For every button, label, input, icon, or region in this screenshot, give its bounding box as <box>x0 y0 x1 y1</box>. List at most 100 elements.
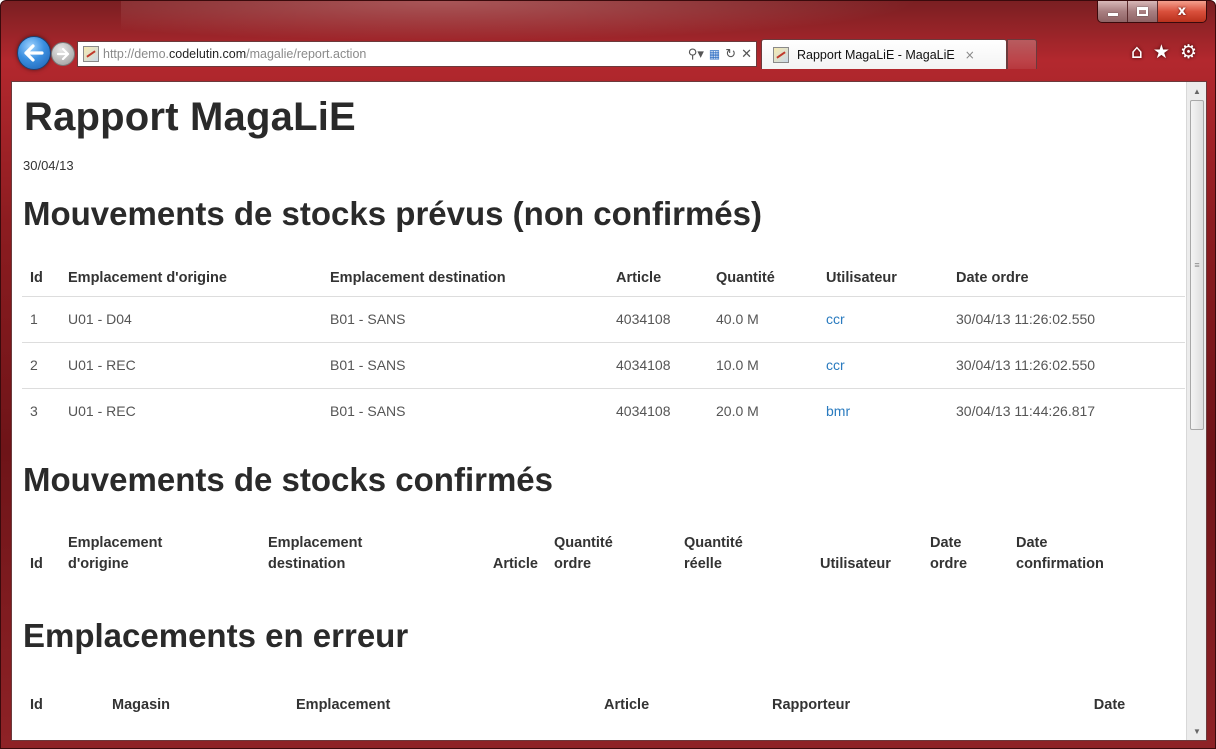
user-link[interactable]: ccr <box>826 311 845 327</box>
browser-window: x http://demo.codelutin.com/magalie/repo… <box>0 0 1216 749</box>
tab-favicon-icon <box>773 46 789 63</box>
planned-moves-table: Id Emplacement d'origine Emplacement des… <box>22 250 1185 434</box>
table-header-row: Id Emplacement d'origine Emplacement desti… <box>22 519 1185 579</box>
col-quantity-order-line2: ordre <box>554 556 592 572</box>
close-window-button[interactable]: x <box>1158 1 1206 22</box>
confirmed-moves-table: Id Emplacement d'origine Emplacement desti… <box>22 519 1185 579</box>
back-arrow-icon <box>24 44 44 62</box>
page-viewport: Rapport MagaLiE 30/04/13 Mouvements de s… <box>11 81 1207 741</box>
cell-destination: B01 - SANS <box>330 403 406 420</box>
search-icon[interactable]: ⚲▾ <box>688 47 704 62</box>
col-quantity-real: Quantité réelle <box>676 519 812 579</box>
col-destination: Emplacement destination <box>322 250 608 297</box>
cell-article: 4034108 <box>616 403 671 420</box>
col-article: Article <box>604 697 650 713</box>
col-origin-line1: Emplacement <box>68 535 163 551</box>
cell-quantity: 20.0 M <box>716 403 759 420</box>
table-header-row: Id Magasin Emplacement Article Rapporteu… <box>22 680 1185 716</box>
site-favicon-icon <box>83 46 99 62</box>
scroll-down-icon[interactable]: ▼ <box>1187 723 1206 739</box>
col-user: Utilisateur <box>820 556 891 572</box>
col-date-confirmation-line1: Date <box>1016 535 1048 551</box>
confirmed-moves-title: Mouvements de stocks confirmés <box>23 461 553 498</box>
vertical-scrollbar[interactable]: ▲ ≡ ▼ <box>1186 82 1206 740</box>
refresh-icon[interactable]: ↻ <box>725 47 736 62</box>
compatibility-view-icon[interactable]: ▦ <box>709 47 720 61</box>
minimize-icon <box>1107 13 1118 16</box>
cell-origin: U01 - D04 <box>60 296 322 343</box>
cell-quantity: 10.0 M <box>708 342 818 389</box>
browser-tools: ⌂ ★ ⚙ <box>1131 41 1197 63</box>
cell-destination: B01 - SANS <box>322 342 608 389</box>
cell-quantity: 40.0 M <box>708 296 818 343</box>
table-header-row: Id Emplacement d'origine Emplacement des… <box>22 250 1185 297</box>
error-locations-title: Emplacements en erreur <box>23 617 409 654</box>
col-location: Emplacement <box>296 697 391 713</box>
back-button[interactable] <box>17 36 51 70</box>
report-page: Rapport MagaLiE 30/04/13 Mouvements de s… <box>12 82 1186 740</box>
col-destination-line2: destination <box>268 556 346 572</box>
minimize-button[interactable] <box>1098 1 1128 22</box>
scroll-up-icon[interactable]: ▲ <box>1187 83 1206 99</box>
col-date-confirmation-line2: confirmation <box>1016 556 1104 572</box>
address-bar[interactable]: http://demo.codelutin.com/magalie/report… <box>77 41 757 67</box>
maximize-button[interactable] <box>1128 1 1158 22</box>
cell-article: 4034108 <box>608 342 708 389</box>
maximize-icon <box>1137 7 1148 16</box>
cell-article: 4034108 <box>608 296 708 343</box>
col-date-order: Date ordre <box>948 250 1185 297</box>
planned-moves-title: Mouvements de stocks prévus (non confirm… <box>23 195 763 232</box>
cell-origin: U01 - REC <box>68 403 136 420</box>
home-icon[interactable]: ⌂ <box>1131 41 1143 63</box>
table-row: 2 U01 - REC B01 - SANS 4034108 10.0 M cc… <box>22 342 1185 389</box>
cell-id: 3 <box>30 403 38 420</box>
col-quantity-order-line1: Quantité <box>554 535 613 551</box>
cell-id: 1 <box>22 296 60 343</box>
url-text[interactable]: http://demo.codelutin.com/magalie/report… <box>103 47 366 61</box>
cell-id: 2 <box>22 342 60 389</box>
table-row: 1 U01 - D04 B01 - SANS 4034108 40.0 M cc… <box>22 296 1185 343</box>
col-user: Utilisateur <box>818 250 948 297</box>
cell-destination: B01 - SANS <box>322 296 608 343</box>
col-origin: Emplacement d'origine <box>60 250 322 297</box>
cell-user: bmr <box>818 388 948 434</box>
col-date: Date <box>1093 697 1126 713</box>
col-quantity: Quantité <box>708 250 818 297</box>
tab-close-icon[interactable]: × <box>965 48 975 62</box>
user-link[interactable]: ccr <box>826 357 845 373</box>
tab-rapport-magalie[interactable]: Rapport MagaLiE - MagaLiE × <box>761 39 1007 69</box>
forward-button[interactable] <box>51 42 75 66</box>
address-bar-icons: ⚲▾ ▦ ↻ ✕ <box>688 47 752 62</box>
error-locations-table: Id Magasin Emplacement Article Rapporteu… <box>22 680 1185 716</box>
col-reporter: Rapporteur <box>772 697 851 713</box>
col-id: Id <box>22 250 60 297</box>
user-link[interactable]: bmr <box>826 403 850 419</box>
col-destination-line1: Emplacement <box>268 535 363 551</box>
url-host: codelutin.com <box>169 47 247 61</box>
col-origin-line2: d'origine <box>68 556 129 572</box>
col-id: Id <box>30 556 43 572</box>
url-path: /magalie/report.action <box>246 47 367 61</box>
star-icon[interactable]: ★ <box>1153 41 1170 63</box>
url-prefix: http://demo. <box>103 47 170 61</box>
col-date-order: Date ordre <box>922 519 1008 579</box>
cell-date: 30/04/13 11:44:26.817 <box>956 403 1096 420</box>
col-date-order-line1: Date <box>930 535 962 551</box>
col-date-confirmation: Date confirmation <box>1008 519 1185 579</box>
gear-icon[interactable]: ⚙ <box>1180 41 1197 63</box>
col-store: Magasin <box>112 697 171 713</box>
new-tab-button[interactable] <box>1007 39 1037 69</box>
cell-origin: U01 - REC <box>60 342 322 389</box>
col-quantity-real-line2: réelle <box>684 556 722 572</box>
col-origin: Emplacement d'origine <box>60 519 260 579</box>
navigation-bar: http://demo.codelutin.com/magalie/report… <box>17 35 1207 71</box>
col-date-order-line2: ordre <box>930 556 968 572</box>
stop-icon[interactable]: ✕ <box>741 47 752 62</box>
close-icon: x <box>1177 4 1187 19</box>
col-destination: Emplacement destination <box>260 519 476 579</box>
table-row: 3 U01 - REC B01 - SANS 4034108 20.0 M bm… <box>22 388 1185 434</box>
cell-date: 30/04/13 11:26:02.550 <box>948 296 1185 343</box>
scroll-thumb[interactable]: ≡ <box>1190 100 1204 430</box>
col-quantity-real-line1: Quantité <box>684 535 743 551</box>
forward-arrow-icon <box>56 48 70 60</box>
